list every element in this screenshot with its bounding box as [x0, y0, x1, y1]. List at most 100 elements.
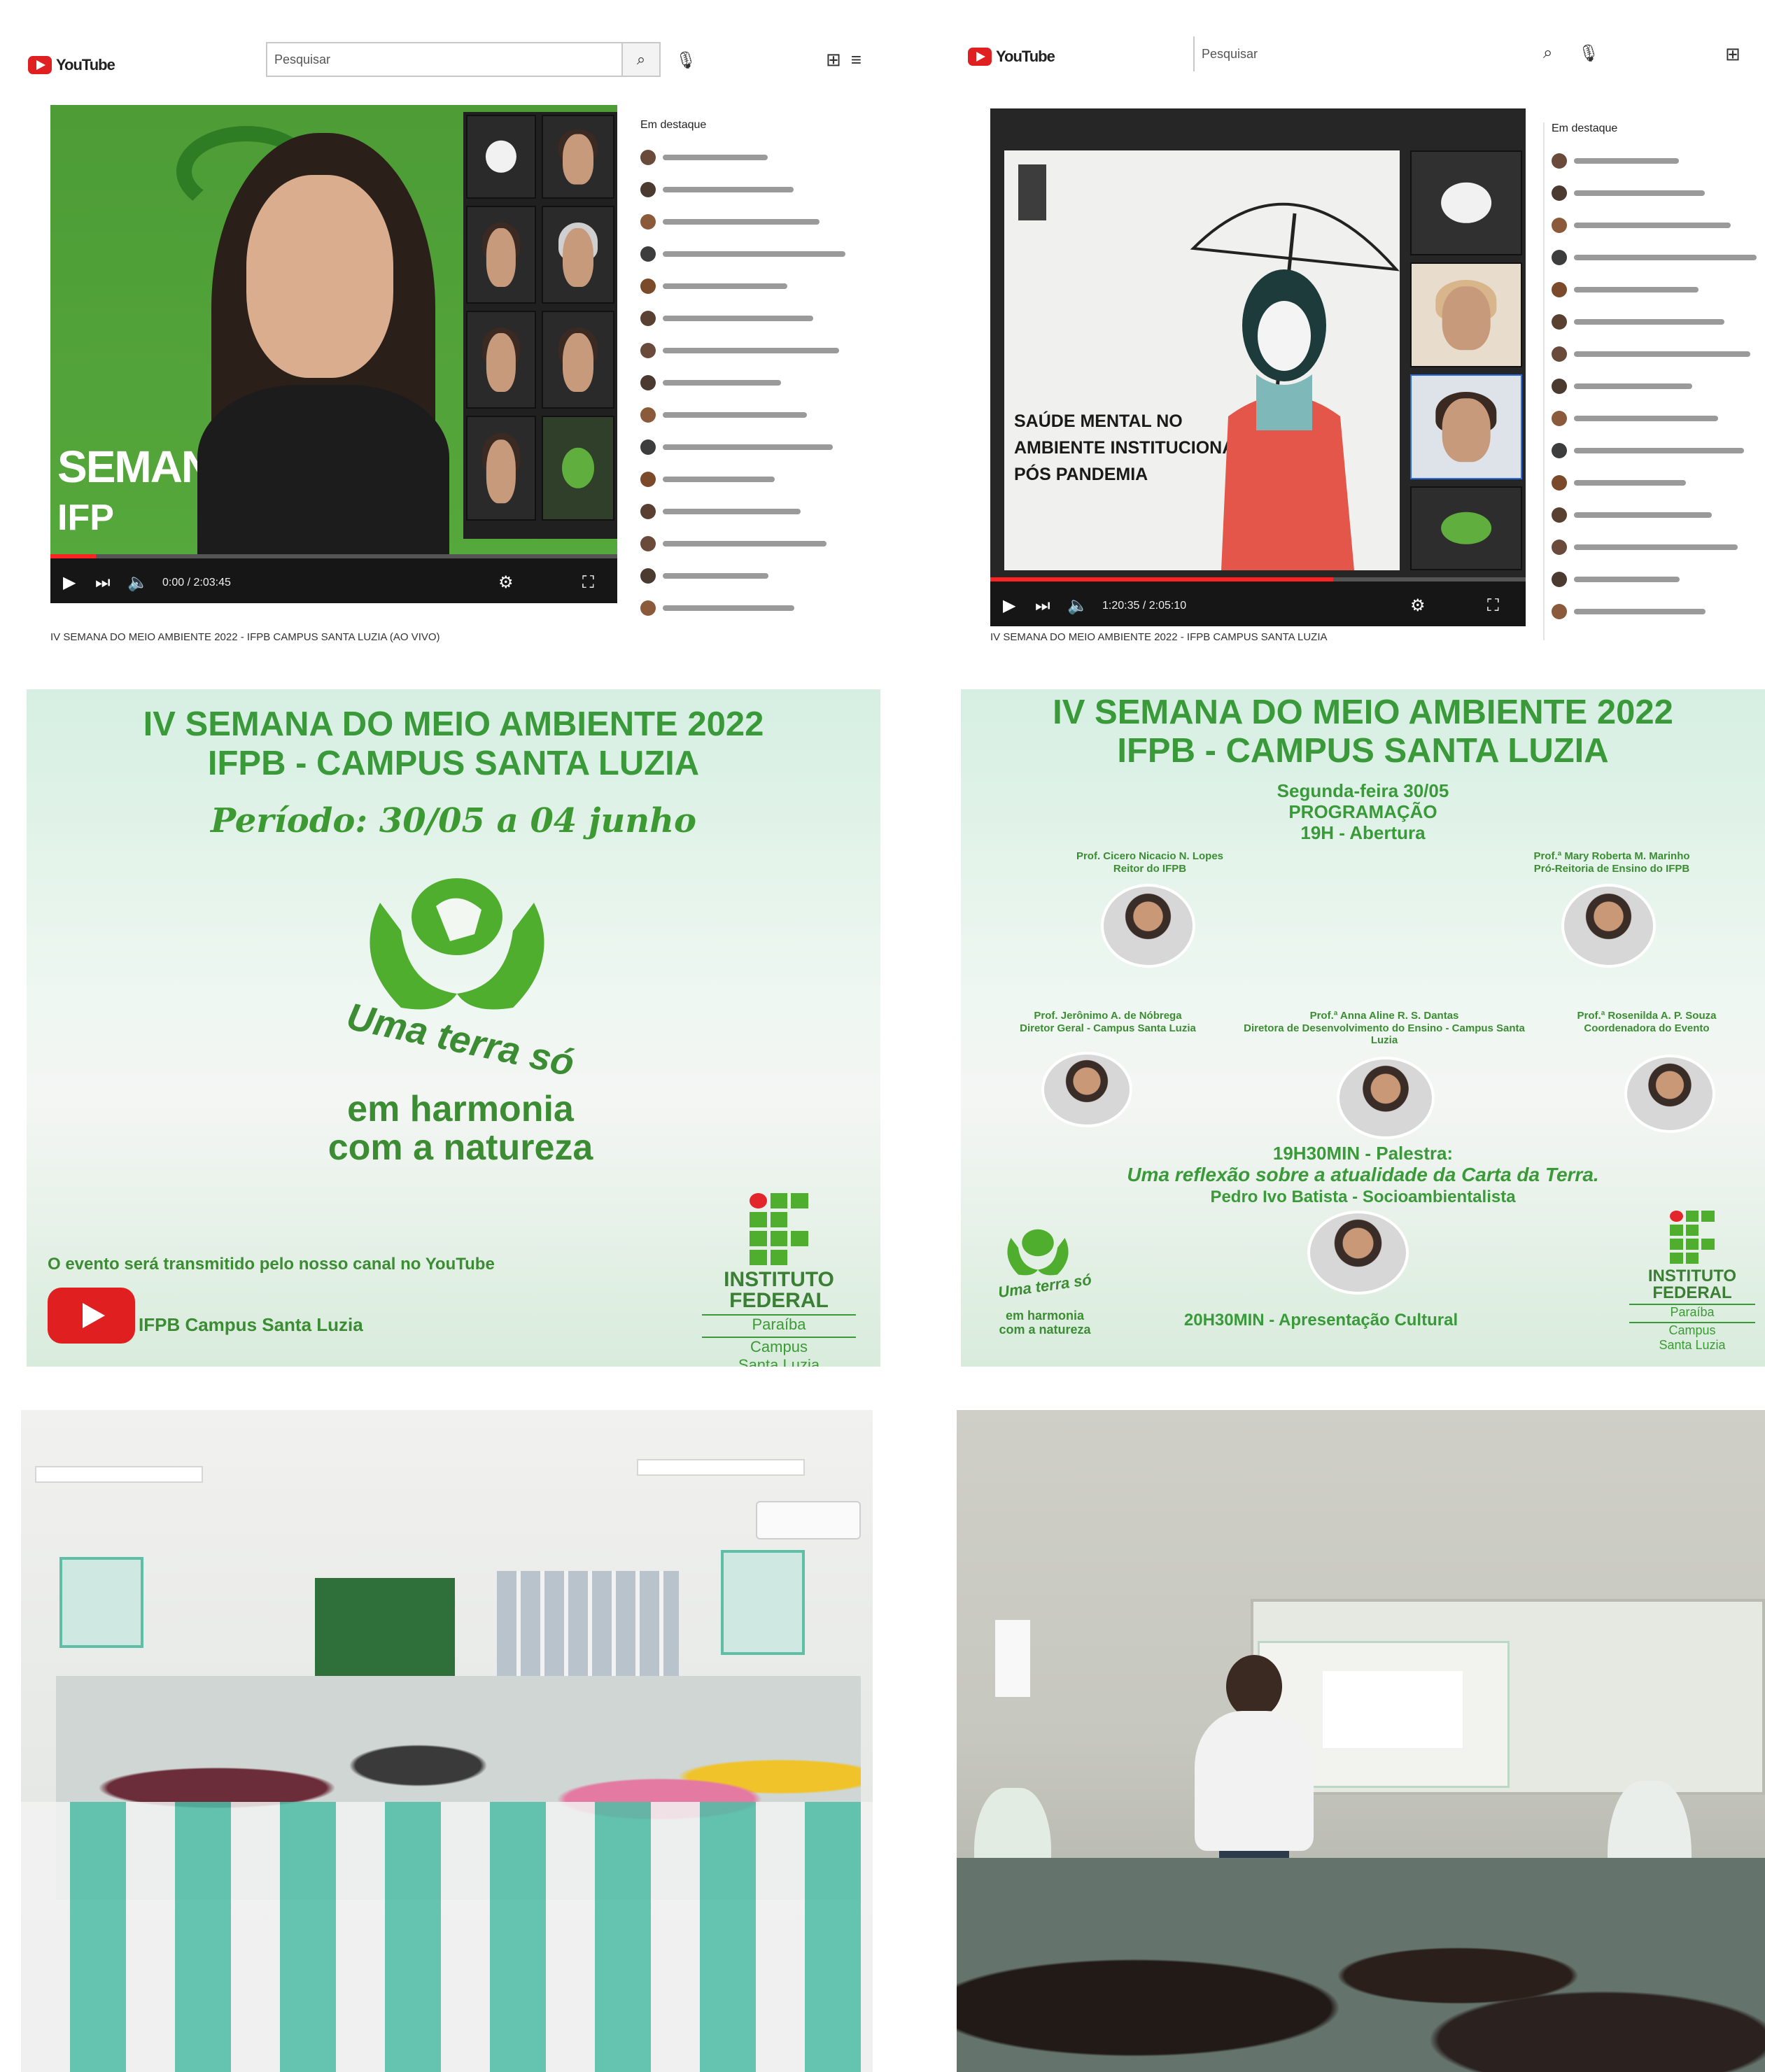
video-player[interactable]: SAÚDE MENTAL NO AMBIENTE INSTITUCIONAL P…: [990, 108, 1526, 626]
if-logo-mark: [750, 1193, 808, 1265]
avatar: [640, 439, 656, 455]
chat-list: [1552, 145, 1764, 628]
chat-message-line: [1574, 223, 1731, 228]
chat-item: [1552, 402, 1764, 435]
chat-message-line: [663, 412, 807, 418]
chat-message-line: [663, 155, 768, 160]
program-opening: 19H - Abertura: [1300, 822, 1426, 843]
progress-track[interactable]: [990, 577, 1526, 582]
chat-message-line: [663, 283, 787, 289]
settings-icon[interactable]: ⚙: [498, 572, 514, 592]
presenter: [197, 133, 449, 567]
chat-message-line: [1574, 255, 1757, 260]
video-controls[interactable]: ▶ ⏭ 🔈 1:20:35 / 2:05:10 ⚙ ⛶: [990, 577, 1526, 626]
if-name-line-3: Paraíba: [702, 1314, 856, 1334]
youtube-logo[interactable]: YouTube: [968, 48, 1055, 66]
search-button[interactable]: ⌕: [621, 42, 661, 77]
chat-item: [640, 141, 875, 174]
participant-tile-5: [466, 311, 536, 409]
chat-message-line: [663, 348, 839, 353]
progress-track[interactable]: [50, 554, 617, 558]
chat-item: [640, 495, 875, 528]
speaker-2-name: Prof.ª Mary Roberta M. Marinho: [1533, 850, 1690, 862]
avatar: [1552, 411, 1567, 426]
video-controls[interactable]: ▶ ⏭ 🔈 0:00 / 2:03:45 ⚙ ⛶: [50, 554, 617, 603]
if-slide-logo: [1018, 164, 1046, 220]
header-right-icons[interactable]: ⊞: [1725, 43, 1750, 65]
chat-list: [640, 141, 875, 624]
palestrante-photo: [1307, 1211, 1409, 1295]
palestrante: Pedro Ivo Batista - Socioambientalista: [1210, 1187, 1516, 1206]
palestra-time: 19H30MIN - Palestra:: [1272, 1143, 1454, 1164]
avatar: [640, 375, 656, 390]
avatar: [1552, 218, 1567, 233]
youtube-channel-icon[interactable]: [48, 1288, 135, 1344]
if-name-line-2: FEDERAL: [729, 1289, 829, 1312]
play-icon[interactable]: ▶: [63, 572, 76, 592]
volume-icon[interactable]: 🔈: [1067, 595, 1088, 615]
presenter-shirt: [1195, 1711, 1314, 1851]
if-name-line-3: Paraíba: [1629, 1304, 1755, 1320]
avatar: [640, 279, 656, 294]
time-display: 0:00 / 2:03:45: [162, 577, 231, 589]
avatar: [1552, 314, 1567, 330]
fullscreen-icon[interactable]: ⛶: [1487, 595, 1499, 615]
speaker-1-role: Reitor do IFPB: [1113, 863, 1187, 875]
chat-message-line: [1574, 158, 1679, 164]
event-leaf-logo: [1007, 1229, 1069, 1276]
chat-item: [640, 334, 875, 367]
mic-icon[interactable]: 🎙: [1578, 43, 1599, 64]
youtube-channel-name: IFPB Campus Santa Luzia: [139, 1314, 363, 1335]
presenter-head: [1226, 1655, 1282, 1718]
participant-tile-3: [466, 206, 536, 304]
video-caption: IV SEMANA DO MEIO AMBIENTE 2022 - IFPB C…: [990, 631, 1328, 643]
chat-item: [1552, 306, 1764, 338]
search-input[interactable]: [266, 42, 623, 77]
chat-item: [640, 270, 875, 302]
poster-title-2: IFPB - CAMPUS SANTA LUZIA: [1117, 732, 1609, 770]
chat-message-line: [663, 541, 827, 547]
event-leaf-logo: [370, 878, 544, 1010]
settings-icon[interactable]: ⚙: [1410, 595, 1426, 615]
video-player[interactable]: SEMANA NTE IFP ▶ ⏭ 🔈 0:00 / 2:03:45 ⚙: [50, 105, 617, 603]
chat-item: [640, 399, 875, 431]
mic-icon[interactable]: 🎙: [675, 50, 696, 71]
volume-icon[interactable]: 🔈: [127, 572, 148, 592]
program-heading: PROGRAMAÇÃO: [1288, 801, 1437, 822]
avatar: [640, 343, 656, 358]
backdrop-text-3: IFP: [57, 498, 114, 538]
fullscreen-icon[interactable]: ⛶: [582, 572, 594, 592]
chat-item: [640, 463, 875, 495]
chat-item: [640, 560, 875, 592]
live-chat: Em destaque: [1543, 122, 1764, 640]
play-icon[interactable]: ▶: [1003, 595, 1015, 615]
chat-message-line: [1574, 416, 1718, 421]
avatar: [640, 182, 656, 197]
institute-logo: INSTITUTO FEDERAL Paraíba Campus Santa L…: [1629, 1211, 1755, 1353]
youtube-logo[interactable]: YouTube: [28, 56, 115, 74]
search-icon[interactable]: ⌕: [1543, 43, 1552, 63]
chat-message-line: [663, 444, 833, 450]
slide: SAÚDE MENTAL NO AMBIENTE INSTITUCIONAL P…: [1004, 150, 1400, 570]
if-name-line-1: INSTITUTO: [724, 1268, 834, 1291]
chat-message-line: [663, 251, 845, 257]
avatar: [640, 472, 656, 487]
header-right-icons[interactable]: ⊞≡: [826, 49, 871, 71]
slogan-line-2: em harmonia: [1005, 1309, 1085, 1323]
youtube-play-icon: [28, 56, 52, 74]
chat-message-line: [1574, 609, 1706, 614]
next-icon[interactable]: ⏭: [1035, 595, 1050, 615]
live-chat: Em destaque: [640, 119, 875, 637]
avatar: [640, 504, 656, 519]
search-input[interactable]: [1193, 36, 1522, 71]
avatar: [1552, 185, 1567, 201]
avatar: [640, 536, 656, 551]
speaker-4-role: Diretora de Desenvolvimento do Ensino - …: [1244, 1022, 1525, 1046]
search-icon: ⌕: [636, 50, 646, 68]
next-icon[interactable]: ⏭: [95, 572, 111, 592]
chat-title: Em destaque: [640, 119, 707, 131]
chat-message-line: [1574, 577, 1680, 582]
video-caption: IV SEMANA DO MEIO AMBIENTE 2022 - IFPB C…: [50, 631, 440, 643]
speaker-5-name: Prof.ª Rosenilda A. P. Souza: [1577, 1010, 1717, 1022]
avatar: [1552, 604, 1567, 619]
